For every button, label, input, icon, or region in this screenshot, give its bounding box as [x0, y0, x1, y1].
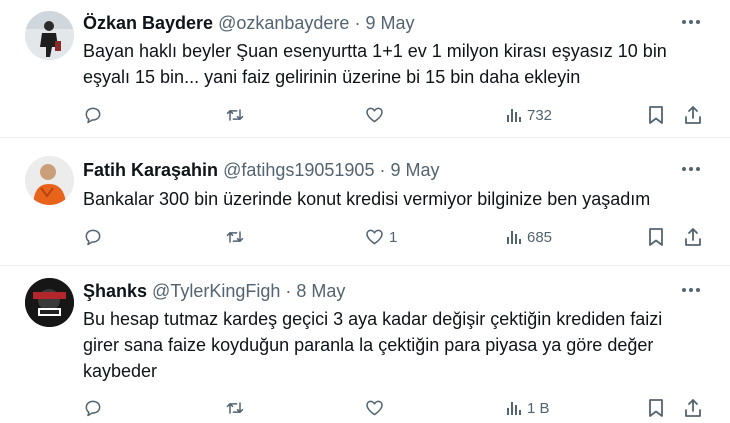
- tweet-date[interactable]: 9 May: [365, 13, 414, 33]
- like-button[interactable]: [364, 393, 389, 423]
- retweet-icon: [226, 231, 244, 243]
- tweet-header: Fatih Karaşahin @fatihgs19051905 · 9 May: [83, 160, 440, 181]
- tweet[interactable]: Özkan Baydere @ozkanbaydere · 9 May Baya…: [0, 0, 730, 138]
- tweet-text-line: eşyalı 15 bin... yani faiz gelirinin üze…: [83, 67, 581, 87]
- separator: ·: [354, 13, 361, 33]
- author-handle[interactable]: @ozkanbaydere: [218, 13, 349, 33]
- more-options-icon[interactable]: [680, 13, 702, 31]
- reply-button[interactable]: [83, 393, 103, 423]
- bookmark-button[interactable]: [647, 222, 665, 252]
- author-name[interactable]: Şhanks: [83, 281, 147, 301]
- views-button[interactable]: 685: [505, 222, 552, 252]
- more-options-icon[interactable]: [680, 281, 702, 299]
- bookmark-icon: [649, 106, 663, 124]
- separator: ·: [285, 281, 292, 301]
- tweet-text-line: Bayan haklı beyler Şuan esenyurtta 1+1 e…: [83, 41, 667, 61]
- tweet-text-line: Bu hesap tutmaz kardeş geçici 3 aya kada…: [83, 309, 663, 329]
- share-icon: [685, 228, 701, 246]
- views-icon: [507, 109, 521, 122]
- retweet-button[interactable]: [224, 393, 246, 423]
- share-button[interactable]: [683, 393, 703, 423]
- like-count: 1: [389, 228, 398, 246]
- tweet-actions: 732: [0, 100, 730, 130]
- tweet[interactable]: Şhanks @TylerKingFigh · 8 May Bu hesap t…: [0, 266, 730, 420]
- view-count: 685: [527, 228, 553, 246]
- tweet-date[interactable]: 9 May: [391, 160, 440, 180]
- like-button[interactable]: [364, 100, 389, 130]
- avatar[interactable]: [25, 11, 74, 60]
- reply-icon: [85, 400, 101, 417]
- tweet[interactable]: Fatih Karaşahin @fatihgs19051905 · 9 May…: [0, 138, 730, 266]
- views-button[interactable]: 1 B: [505, 393, 550, 423]
- reply-icon: [85, 229, 101, 246]
- tweet-text: Bu hesap tutmaz kardeş geçici 3 aya kada…: [83, 306, 693, 384]
- view-count: 732: [527, 106, 553, 124]
- share-button[interactable]: [683, 222, 703, 252]
- like-button[interactable]: 1: [364, 222, 397, 252]
- tweet-text-line: Bankalar 300 bin üzerinde konut kredisi …: [83, 189, 651, 209]
- views-button[interactable]: 732: [505, 100, 552, 130]
- tweet-text-line: girer sana faize koyduğun paranla la çek…: [83, 335, 654, 355]
- reply-icon: [85, 107, 101, 124]
- views-icon: [507, 231, 521, 244]
- tweet-header: Şhanks @TylerKingFigh · 8 May: [83, 281, 345, 302]
- retweet-button[interactable]: [224, 100, 246, 130]
- like-icon: [366, 107, 383, 123]
- author-handle[interactable]: @TylerKingFigh: [152, 281, 280, 301]
- retweet-icon: [226, 109, 244, 121]
- tweet-text: Bankalar 300 bin üzerinde konut kredisi …: [83, 186, 693, 212]
- author-name[interactable]: Fatih Karaşahin: [83, 160, 218, 180]
- separator: ·: [379, 160, 386, 180]
- bookmark-button[interactable]: [647, 393, 665, 423]
- bookmark-button[interactable]: [647, 100, 665, 130]
- retweet-button[interactable]: [224, 222, 246, 252]
- views-icon: [507, 402, 521, 415]
- bookmark-icon: [649, 228, 663, 246]
- tweet-text: Bayan haklı beyler Şuan esenyurtta 1+1 e…: [83, 38, 693, 90]
- tweet-text-line: kaybeder: [83, 361, 158, 381]
- tweet-date[interactable]: 8 May: [296, 281, 345, 301]
- more-options-icon[interactable]: [680, 160, 702, 178]
- tweet-actions: 1 B: [0, 393, 730, 423]
- tweet-header: Özkan Baydere @ozkanbaydere · 9 May: [83, 13, 415, 34]
- author-name[interactable]: Özkan Baydere: [83, 13, 213, 33]
- share-icon: [685, 106, 701, 124]
- retweet-icon: [226, 402, 244, 414]
- tweet-actions: 1 685: [0, 222, 730, 252]
- share-button[interactable]: [683, 100, 703, 130]
- author-handle[interactable]: @fatihgs19051905: [223, 160, 374, 180]
- reply-button[interactable]: [83, 222, 103, 252]
- view-count: 1 B: [527, 399, 550, 417]
- avatar[interactable]: [25, 156, 74, 205]
- reply-button[interactable]: [83, 100, 103, 130]
- share-icon: [685, 399, 701, 417]
- avatar[interactable]: [25, 278, 74, 327]
- like-icon: [366, 229, 383, 245]
- like-icon: [366, 400, 383, 416]
- bookmark-icon: [649, 399, 663, 417]
